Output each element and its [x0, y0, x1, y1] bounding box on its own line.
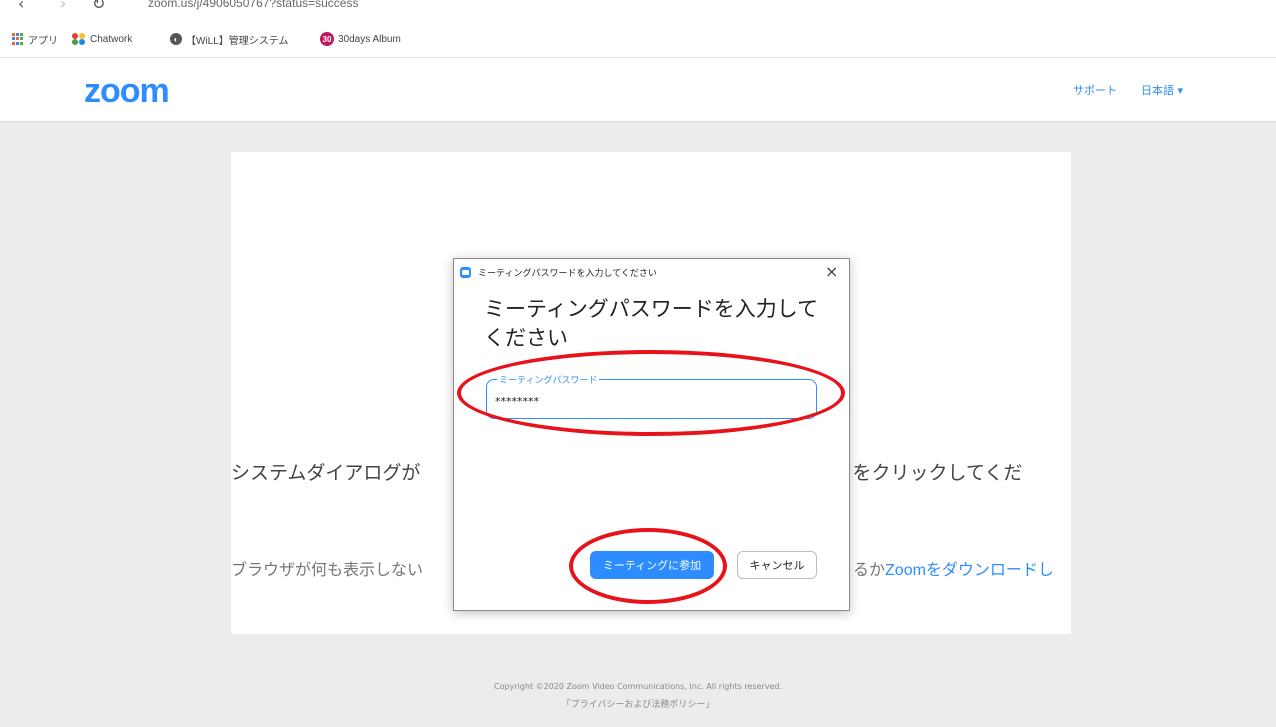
bookmark-label: Chatwork [90, 33, 133, 45]
chatwork-icon [72, 33, 86, 45]
dialog-heading: ミーティングパスワードを入力してください [484, 297, 819, 350]
privacy-policy-link[interactable]: 「プライバシーおよび法務ポリシー」 [0, 697, 1276, 710]
cancel-button[interactable]: キャンセル [737, 551, 817, 579]
password-input[interactable] [495, 392, 805, 410]
download-prefix: るか [853, 562, 886, 579]
bookmark-label: 30days Album [338, 33, 401, 45]
browser-url-bar: ‹ › ↻ zoom.us/j/4906050767?status=succes… [0, 0, 1276, 18]
bookmark-apps[interactable]: アプリ [12, 31, 58, 47]
address-field[interactable]: zoom.us/j/4906050767?status=success [148, 0, 358, 10]
zoom-logo[interactable]: zoom [84, 72, 170, 111]
bookmark-label: アプリ [28, 35, 58, 47]
dialog-title: ミーティングパスワードを入力してください [478, 269, 657, 279]
album-icon: 30 [320, 32, 334, 46]
bookmarks-bar: アプリ Chatwork ◐ 【WiLL】管理システム 30 30days Al… [0, 18, 1276, 58]
browser-fallback-text: ブラウザが何も表示しない [231, 562, 424, 579]
system-dialog-instruction: システムダイアログが [231, 463, 421, 484]
system-dialog-instruction-tail: ] をクリックしてくだ [842, 463, 1023, 484]
meeting-password-dialog: ミーティングパスワードを入力してください × ミーティングパスワードを入力してく… [453, 258, 850, 611]
bookmark-chatwork[interactable]: Chatwork [72, 31, 132, 47]
back-icon[interactable]: ‹ [18, 0, 24, 13]
bookmark-label: 【WiLL】管理システム [186, 35, 289, 47]
copyright-text: Copyright ©2020 Zoom Video Communication… [494, 682, 782, 691]
download-text: るかZoomをダウンロードし [853, 556, 1054, 580]
download-zoom-link[interactable]: Zoomをダウンロードし [885, 562, 1054, 579]
bookmark-30days-album[interactable]: 30 30days Album [320, 31, 401, 47]
site-header: zoom サポート 日本語 ▾ [0, 58, 1276, 122]
bookmark-will-system[interactable]: ◐ 【WiLL】管理システム [170, 31, 288, 47]
zoom-app-icon [460, 267, 471, 278]
join-meeting-button[interactable]: ミーティングに参加 [590, 551, 714, 579]
language-selector[interactable]: 日本語 ▾ [1141, 82, 1183, 98]
globe-icon: ◐ [170, 33, 182, 45]
password-field[interactable]: ミーティングパスワード [486, 373, 817, 419]
reload-icon[interactable]: ↻ [92, 0, 105, 13]
support-link[interactable]: サポート [1073, 82, 1117, 98]
dialog-titlebar: ミーティングパスワードを入力してください × [454, 259, 849, 285]
forward-icon[interactable]: › [60, 0, 66, 13]
password-label: ミーティングパスワード [497, 373, 600, 386]
apps-grid-icon [12, 33, 24, 45]
close-icon[interactable]: × [825, 262, 838, 281]
